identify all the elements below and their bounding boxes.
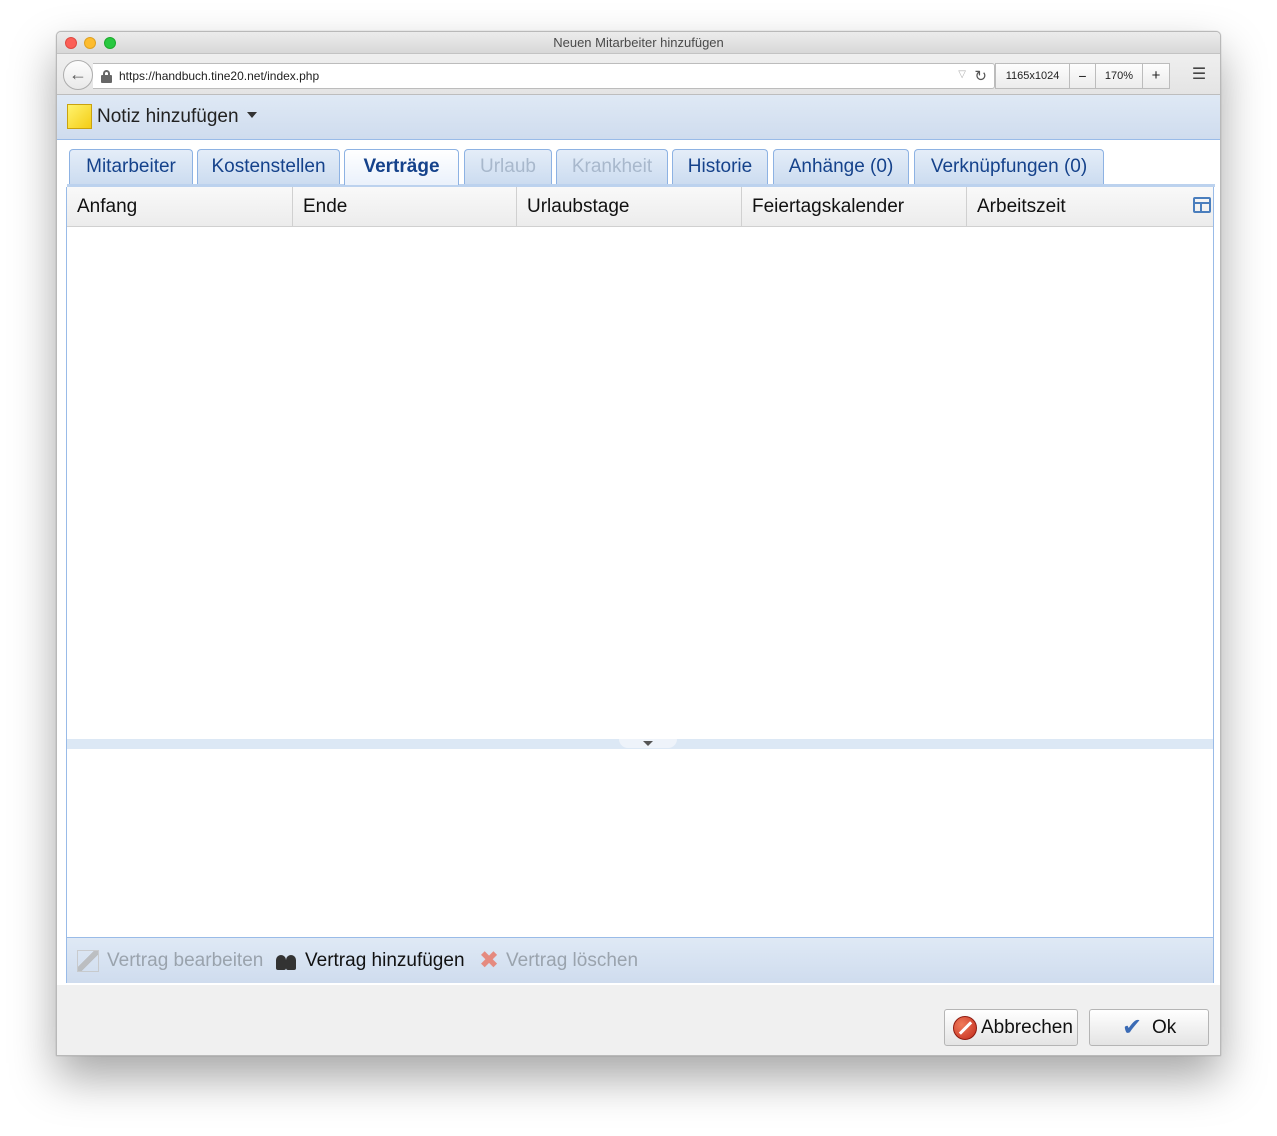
delete-contract-button: ✖ Vertrag löschen bbox=[478, 938, 648, 984]
url-dropdown-icon[interactable]: ▽ bbox=[958, 69, 966, 80]
cancel-label: Abbrechen bbox=[981, 1017, 1073, 1038]
column-header-feiertagskalender[interactable]: Feiertagskalender bbox=[742, 187, 967, 227]
edit-contract-button: Vertrag bearbeiten bbox=[76, 938, 266, 984]
split-bar[interactable] bbox=[67, 739, 1213, 749]
back-arrow-icon: ← bbox=[69, 64, 87, 84]
tab-historie[interactable]: Historie bbox=[672, 149, 768, 184]
note-icon bbox=[67, 104, 92, 129]
tab-mitarbeiter[interactable]: Mitarbeiter bbox=[69, 149, 193, 184]
checkmark-icon: ✔ bbox=[1122, 1014, 1143, 1041]
ok-label: Ok bbox=[1152, 1017, 1177, 1038]
ok-button[interactable]: ✔ Ok bbox=[1089, 1009, 1209, 1046]
caret-down-icon[interactable] bbox=[247, 112, 257, 118]
add-contract-label: Vertrag hinzufügen bbox=[305, 950, 465, 971]
zoom-out-button[interactable]: − bbox=[1069, 63, 1096, 89]
lock-icon bbox=[101, 70, 112, 83]
grid-header: Anfang Ende Urlaubstage Feiertagskalende… bbox=[67, 187, 1213, 227]
dialog-footer: Abbrechen ✔ Ok bbox=[57, 985, 1220, 1055]
column-header-arbeitszeit[interactable]: Arbeitszeit bbox=[967, 187, 1214, 227]
browser-window: Neuen Mitarbeiter hinzufügen ← https://h… bbox=[56, 31, 1221, 1056]
cancel-button[interactable]: Abbrechen bbox=[944, 1009, 1078, 1046]
title-bar: Neuen Mitarbeiter hinzufügen bbox=[57, 32, 1220, 54]
tab-krankheit: Krankheit bbox=[556, 149, 668, 184]
window-size-readout: 1165x1024 bbox=[995, 63, 1070, 89]
back-button[interactable]: ← bbox=[63, 60, 93, 90]
hamburger-menu-icon[interactable]: ☰ bbox=[1186, 63, 1212, 89]
tab-urlaub: Urlaub bbox=[464, 149, 552, 184]
delete-icon: ✖ bbox=[478, 947, 500, 974]
tab-verknuepfungen[interactable]: Verknüpfungen (0) bbox=[914, 149, 1104, 184]
tab-vertraege[interactable]: Verträge bbox=[344, 149, 459, 185]
address-bar[interactable]: https://handbuch.tine20.net/index.php ▽ … bbox=[93, 63, 995, 89]
grid-toolbar: Vertrag bearbeiten Vertrag hinzufügen ✖ … bbox=[67, 937, 1213, 983]
reload-icon[interactable]: ↻ bbox=[974, 67, 987, 85]
url-text: https://handbuch.tine20.net/index.php bbox=[119, 69, 320, 83]
column-header-anfang[interactable]: Anfang bbox=[67, 187, 293, 227]
window-title: Neuen Mitarbeiter hinzufügen bbox=[553, 35, 724, 50]
tab-anhaenge[interactable]: Anhänge (0) bbox=[773, 149, 909, 184]
add-note-button[interactable]: Notiz hinzufügen bbox=[97, 95, 239, 139]
tab-strip: Mitarbeiter Kostenstellen Verträge Urlau… bbox=[67, 149, 1215, 187]
pencil-icon bbox=[77, 950, 99, 972]
tab-kostenstellen[interactable]: Kostenstellen bbox=[197, 149, 340, 184]
column-header-ende[interactable]: Ende bbox=[293, 187, 517, 227]
columns-menu-icon[interactable] bbox=[1193, 197, 1211, 213]
dialog-content: Notiz hinzufügen Mitarbeiter Kostenstell… bbox=[57, 95, 1220, 1055]
cancel-icon bbox=[953, 1016, 977, 1040]
column-header-urlaubstage[interactable]: Urlaubstage bbox=[517, 187, 742, 227]
delete-contract-label: Vertrag löschen bbox=[506, 950, 639, 971]
close-window-button[interactable] bbox=[65, 37, 77, 49]
browser-navbar: ← https://handbuch.tine20.net/index.php … bbox=[57, 54, 1220, 95]
maximize-window-button[interactable] bbox=[104, 37, 116, 49]
minimize-window-button[interactable] bbox=[84, 37, 96, 49]
people-icon bbox=[275, 950, 297, 972]
top-toolbar: Notiz hinzufügen bbox=[57, 95, 1220, 140]
collapse-handle-icon[interactable] bbox=[619, 739, 677, 748]
zoom-in-button[interactable]: + bbox=[1142, 63, 1170, 89]
contracts-grid: Anfang Ende Urlaubstage Feiertagskalende… bbox=[66, 187, 1214, 983]
zoom-level[interactable]: 170% bbox=[1095, 63, 1143, 89]
add-contract-button[interactable]: Vertrag hinzufügen bbox=[274, 938, 474, 984]
edit-contract-label: Vertrag bearbeiten bbox=[107, 950, 264, 971]
